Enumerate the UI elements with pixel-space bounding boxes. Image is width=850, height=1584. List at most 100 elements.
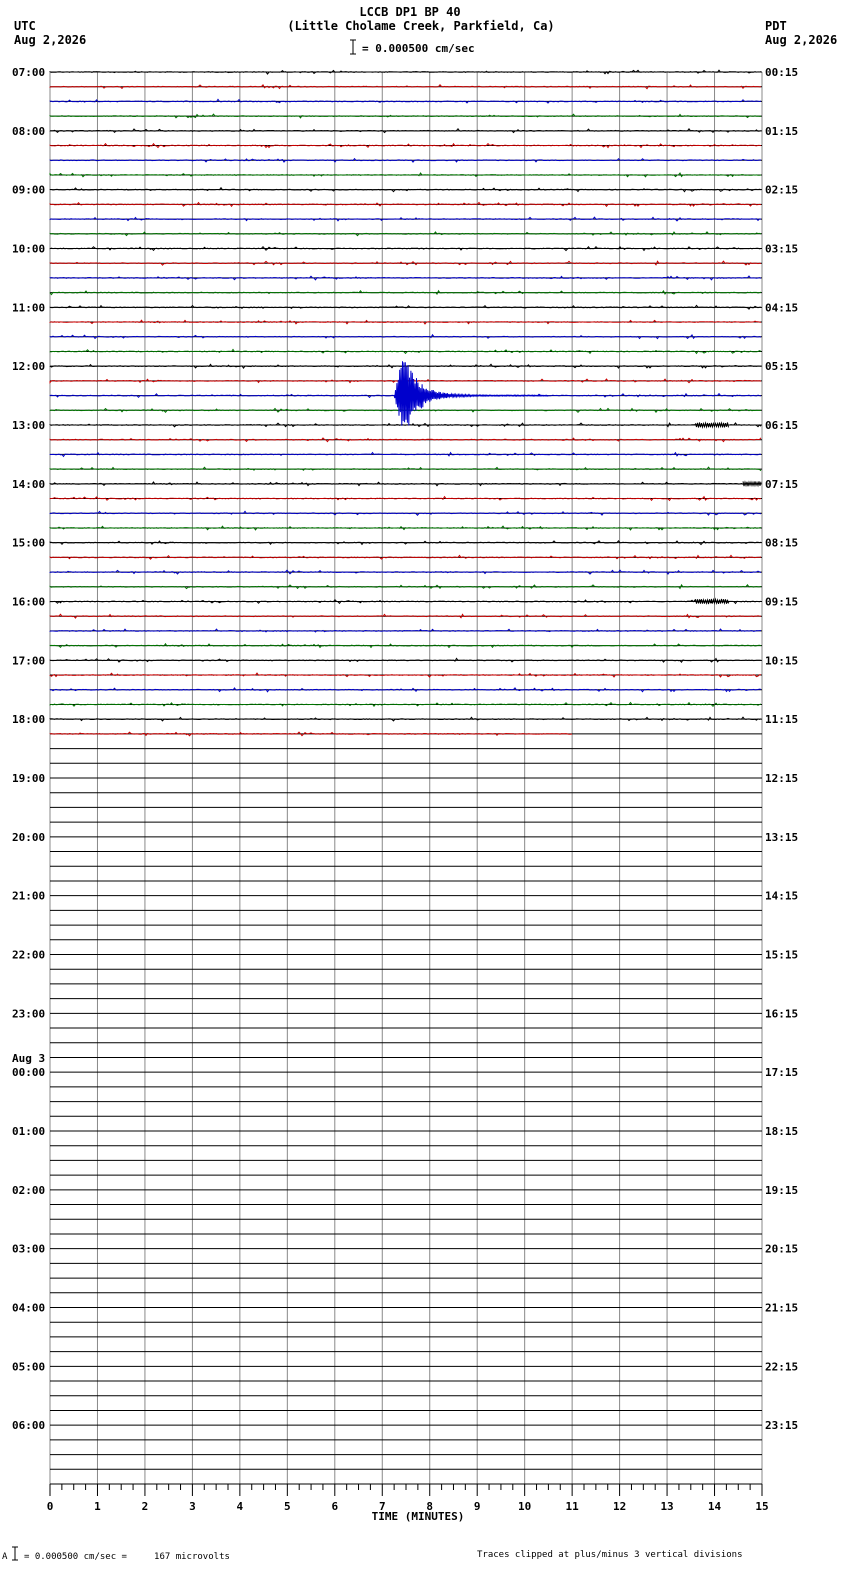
pdt-hour-label: 22:15 [765,1360,798,1373]
utc-hour-label: 03:00 [12,1243,45,1256]
utc-hour-label: 10:00 [12,243,45,256]
pdt-hour-label: 09:15 [765,596,798,609]
utc-hour-label: 22:00 [12,949,45,962]
left-date: Aug 2,2026 [14,33,86,47]
pdt-hour-labels: 00:15 01:15 02:15 03:15 04:15 05:15 06:15 07:15… [765,66,798,1432]
trace-line [49,599,762,605]
utc-hour-label: 11:00 [12,301,45,314]
plot-grid [49,71,763,1485]
trace-line [49,583,762,590]
pdt-hour-label: 00:15 [765,66,798,79]
trace-line [49,157,761,163]
trace-line [49,466,762,472]
pdt-hour-label: 07:15 [765,478,798,491]
trace-line [49,422,762,428]
chart-subtitle: (Little Cholame Creek, Parkfield, Ca) [287,19,554,33]
right-timezone: PDT [765,19,787,33]
pdt-hour-label: 12:15 [765,772,798,785]
trace-line [49,127,762,134]
pdt-hour-label: 17:15 [765,1066,798,1079]
pdt-hour-label: 20:15 [765,1243,798,1256]
trace-line [49,701,762,708]
footer-scale-bar-icon [12,1546,18,1561]
footer-scale-note: = 0.000500 cm/sec = 167 microvolts [24,1552,230,1562]
pdt-hour-label: 16:15 [765,1007,798,1020]
trace-line [49,569,762,575]
trace-line [49,304,761,310]
pdt-hour-label: 23:15 [765,1419,798,1432]
date-change-label: Aug 3 [12,1052,45,1065]
trace-line [49,113,762,119]
utc-hour-labels: 07:00 08:00 09:00 10:00 11:00 12:00 13:00 14:00… [12,66,45,1432]
x-tick-label: 15 [755,1500,768,1513]
event-waveform [695,421,729,430]
trace-line [49,201,762,208]
trace-line [49,186,762,193]
utc-hour-label: 20:00 [12,831,45,844]
trace-line [49,657,762,664]
trace-line [49,481,762,487]
seismogram-chart: LCCB DP1 BP 40 (Little Cholame Creek, Pa… [2,5,837,1562]
trace-line [49,142,762,149]
utc-hour-label: 15:00 [12,537,45,550]
utc-hour-label: 00:00 [12,1066,45,1079]
pdt-hour-label: 04:15 [765,301,798,314]
x-tick-label: 2 [142,1500,149,1513]
trace-line [49,84,762,90]
x-tick-label: 4 [237,1500,244,1513]
trace-line [49,495,762,502]
footer-clip-note: Traces clipped at plus/minus 3 vertical … [477,1550,743,1560]
trace-line [49,525,762,531]
pdt-hour-label: 01:15 [765,125,798,138]
trace-line [49,613,762,619]
utc-hour-label: 17:00 [12,654,45,667]
x-axis-label: TIME (MINUTES) [372,1510,465,1523]
pdt-hour-label: 18:15 [765,1125,798,1138]
trace-line [49,98,762,104]
utc-hour-label: 13:00 [12,419,45,432]
utc-hour-label: 01:00 [12,1125,45,1138]
utc-hour-label: 09:00 [12,184,45,197]
utc-hour-label: 08:00 [12,125,45,138]
chart-title: LCCB DP1 BP 40 [359,5,460,19]
pdt-hour-label: 21:15 [765,1302,798,1315]
utc-hour-label: 12:00 [12,360,45,373]
trace-line [49,216,762,222]
x-axis: 0 1 2 3 4 5 6 7 8 9 10 11 12 13 14 15 [47,1483,769,1513]
utc-hour-label: 04:00 [12,1302,45,1315]
trace-line [49,231,762,237]
right-date: Aug 2,2026 [765,33,837,47]
x-tick-label: 11 [566,1500,580,1513]
utc-hour-label: 23:00 [12,1007,45,1020]
pdt-hour-label: 08:15 [765,537,798,550]
pdt-hour-label: 02:15 [765,184,798,197]
pdt-hour-label: 06:15 [765,419,798,432]
footer-scale-prefix: A [2,1552,8,1562]
utc-hour-label: 21:00 [12,890,45,903]
trace-line [49,451,762,458]
x-tick-label: 10 [518,1500,531,1513]
pdt-hour-label: 14:15 [765,890,798,903]
trace-line [49,672,762,678]
event-waveform [742,480,762,488]
pdt-hour-label: 13:15 [765,831,798,844]
pdt-hour-label: 11:15 [765,713,798,726]
x-tick-label: 1 [94,1500,101,1513]
utc-hour-label: 19:00 [12,772,45,785]
trace-line [49,275,762,281]
x-tick-label: 9 [474,1500,481,1513]
utc-hour-label: 16:00 [12,596,45,609]
trace-line [49,289,762,296]
pdt-hour-label: 15:15 [765,949,798,962]
trace-line [49,554,762,560]
trace-line [49,687,762,693]
left-timezone: UTC [14,19,36,33]
x-tick-label: 0 [47,1500,54,1513]
pdt-hour-label: 05:15 [765,360,798,373]
trace-line [49,172,762,178]
utc-hour-label: 06:00 [12,1419,45,1432]
x-tick-label: 14 [708,1500,722,1513]
trace-line [49,69,762,75]
x-tick-label: 3 [189,1500,196,1513]
utc-hour-label: 07:00 [12,66,45,79]
